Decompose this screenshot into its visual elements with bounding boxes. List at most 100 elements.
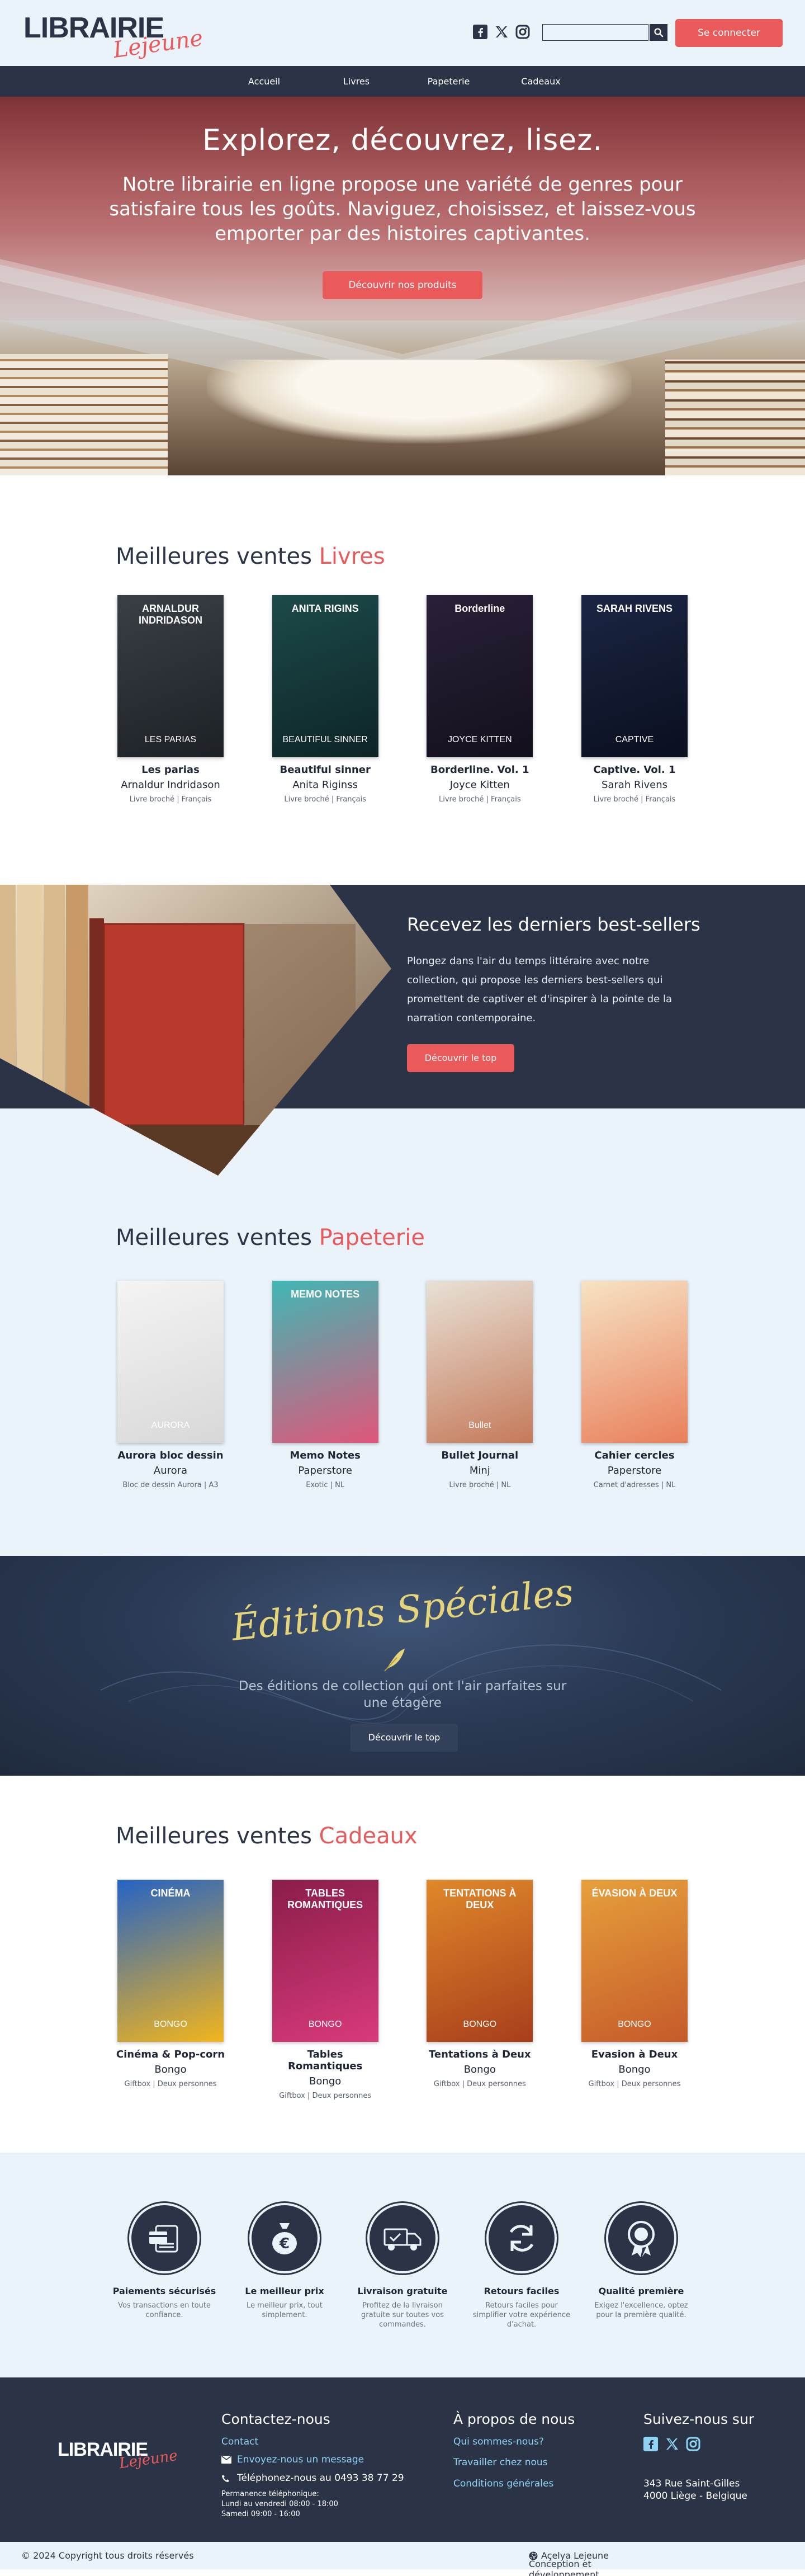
facebook-icon[interactable] xyxy=(643,2437,658,2451)
product-title[interactable]: Cahier cercles xyxy=(580,1450,689,1461)
product-title[interactable]: Cinéma & Pop-corn xyxy=(116,2049,225,2060)
facebook-icon[interactable] xyxy=(472,24,488,40)
feature-title: Paiements sécurisés xyxy=(112,2286,216,2296)
product-cover-image[interactable]: Bullet xyxy=(427,1281,533,1443)
product-card[interactable]: Bullet Bullet Journal Minj Livre broché | N… xyxy=(425,1281,534,1489)
euro-bag-icon: € xyxy=(249,2203,320,2273)
stationery-grid: AURORA Aurora bloc dessin Aurora Bloc de de… xyxy=(116,1281,689,1489)
login-button[interactable]: Se connecter xyxy=(675,19,783,47)
product-title[interactable]: Tables Romantiques xyxy=(271,2049,380,2072)
product-meta: Livre broché | Français xyxy=(439,795,521,804)
product-cover-image[interactable]: MEMO NOTES xyxy=(272,1281,378,1443)
open-book-image xyxy=(207,360,632,444)
product-cover-image[interactable]: TABLES ROMANTIQUES BONGO xyxy=(272,1880,378,2042)
product-author: Minj xyxy=(469,1465,490,1476)
product-author: Aurora xyxy=(153,1465,188,1476)
cover-top-text: ANITA RIGINS xyxy=(291,603,359,614)
product-meta: Exotic | NL xyxy=(306,1481,345,1489)
product-meta: Livre broché | NL xyxy=(449,1481,511,1489)
site-footer: LIBRAIRIE Lejeune Contactez-nous Contact… xyxy=(0,2377,805,2542)
feature-easy-returns: Retours faciles Retours faciles pour sim… xyxy=(468,2203,575,2329)
product-meta: Giftbox | Deux personnes xyxy=(279,2092,372,2100)
feature-title: Retours faciles xyxy=(484,2286,560,2296)
message-link[interactable]: Envoyez-nous un message xyxy=(237,2454,364,2465)
product-cover-image[interactable]: Borderline JOYCE KITTEN xyxy=(427,595,533,757)
return-icon xyxy=(486,2203,557,2273)
about-link-jobs[interactable]: Travailler chez nous xyxy=(453,2457,548,2468)
footer-logo[interactable]: LIBRAIRIE Lejeune xyxy=(58,2439,179,2478)
instagram-icon[interactable] xyxy=(686,2437,700,2451)
nav-item-papeterie[interactable]: Papeterie xyxy=(402,76,495,87)
instagram-icon[interactable] xyxy=(515,24,531,40)
address-line-2: 4000 Liège - Belgique xyxy=(643,2490,747,2502)
product-cover-image[interactable]: ANITA RIGINS BEAUTIFUL SINNER xyxy=(272,595,378,757)
cover-sub-text: Bullet xyxy=(468,1421,491,1430)
product-title[interactable]: Les parias xyxy=(116,764,225,776)
product-card[interactable]: AURORA Aurora bloc dessin Aurora Bloc de de… xyxy=(116,1281,225,1489)
credit-prefix: Conception et développement par xyxy=(529,2559,599,2576)
svg-text:€: € xyxy=(279,2235,290,2252)
main-nav: Accueil Livres Papeterie Cadeaux xyxy=(0,66,805,97)
contact-link[interactable]: Contact xyxy=(221,2436,258,2447)
product-author: Joyce Kitten xyxy=(449,779,510,791)
product-cover-image[interactable]: AURORA xyxy=(117,1281,224,1443)
hero-title: Explorez, découvrez, lisez. xyxy=(202,124,603,157)
special-editions-button[interactable]: Découvrir le top xyxy=(351,1724,458,1752)
about-link-who[interactable]: Qui sommes-nous? xyxy=(453,2436,544,2447)
product-title[interactable]: Bullet Journal xyxy=(425,1450,534,1461)
product-title[interactable]: Evasion à Deux xyxy=(580,2049,689,2060)
product-cover-image[interactable] xyxy=(581,1281,688,1443)
product-cover-image[interactable]: TENTATIONS À DEUX BONGO xyxy=(427,1880,533,2042)
bestsellers-button[interactable]: Découvrir le top xyxy=(407,1044,514,1072)
product-title[interactable]: Borderline. Vol. 1 xyxy=(425,764,534,776)
product-cover-image[interactable]: ÉVASION À DEUX BONGO xyxy=(581,1880,688,2042)
product-card[interactable]: TENTATIONS À DEUX BONGO Tentations à Deux B… xyxy=(425,1880,534,2100)
product-card[interactable]: Cahier cercles Paperstore Carnet d'adresse… xyxy=(580,1281,689,1489)
product-card[interactable]: CINÉMA BONGO Cinéma & Pop-corn Bongo Giftbox… xyxy=(116,1880,225,2100)
search-button[interactable] xyxy=(650,24,667,41)
bestsellers-title: Recevez les derniers best-sellers xyxy=(407,914,700,935)
product-title[interactable]: Tentations à Deux xyxy=(425,2049,534,2060)
product-title[interactable]: Memo Notes xyxy=(271,1450,380,1461)
product-cover-image[interactable]: SARAH RIVENS CAPTIVE xyxy=(581,595,688,757)
discover-products-button[interactable]: Découvrir nos produits xyxy=(323,271,482,299)
product-author: Arnaldur Indridason xyxy=(121,779,220,791)
x-twitter-icon[interactable] xyxy=(665,2437,679,2451)
book-stack-right xyxy=(665,360,805,475)
hours-title: Permanence téléphonique: xyxy=(221,2490,319,2498)
nav-item-cadeaux[interactable]: Cadeaux xyxy=(495,76,587,87)
about-title: À propos de nous xyxy=(453,2411,575,2427)
search-input[interactable] xyxy=(543,25,648,40)
cover-sub-text: BONGO xyxy=(618,2020,651,2029)
product-card[interactable]: TABLES ROMANTIQUES BONGO Tables Romantique… xyxy=(271,1880,380,2100)
nav-item-livres[interactable]: Livres xyxy=(310,76,402,87)
product-card[interactable]: MEMO NOTES Memo Notes Paperstore Exotic | N… xyxy=(271,1281,380,1489)
product-title[interactable]: Aurora bloc dessin xyxy=(116,1450,225,1461)
product-card[interactable]: ARNALDUR INDRIDASON LES PARIAS Les parias A… xyxy=(116,595,225,804)
phone-icon xyxy=(222,2475,229,2482)
x-twitter-icon[interactable] xyxy=(494,24,509,40)
search-field[interactable] xyxy=(542,24,648,41)
feature-text: Retours faciles pour simplifier votre ex… xyxy=(472,2301,571,2329)
product-cover-image[interactable]: ARNALDUR INDRIDASON LES PARIAS xyxy=(117,595,224,757)
about-link-terms[interactable]: Conditions générales xyxy=(453,2478,553,2489)
product-cover-image[interactable]: CINÉMA BONGO xyxy=(117,1880,224,2042)
product-card[interactable]: ANITA RIGINS BEAUTIFUL SINNER Beautiful si… xyxy=(271,595,380,804)
product-author: Bongo xyxy=(154,2064,187,2075)
envelope-icon xyxy=(221,2456,231,2464)
product-title[interactable]: Beautiful sinner xyxy=(271,764,380,776)
product-title[interactable]: Captive. Vol. 1 xyxy=(580,764,689,776)
feature-quality: Qualité première Exigez l'excellence, op… xyxy=(588,2203,694,2320)
product-card[interactable]: SARAH RIVENS CAPTIVE Captive. Vol. 1 Sarah … xyxy=(580,595,689,804)
address-line-1: 343 Rue Saint-Gilles xyxy=(643,2478,740,2489)
feature-text: Exigez l'excellence, optez pour la premi… xyxy=(594,2301,688,2319)
hero-banner: Explorez, découvrez, lisez. Notre librai… xyxy=(0,97,805,475)
site-logo[interactable]: LIBRAIRIE Lejeune xyxy=(23,9,205,63)
product-card[interactable]: ÉVASION À DEUX BONGO Evasion à Deux Bongo Gi… xyxy=(580,1880,689,2100)
nav-item-accueil[interactable]: Accueil xyxy=(218,76,310,87)
cover-sub-text: BONGO xyxy=(308,2020,342,2029)
product-card[interactable]: Borderline JOYCE KITTEN Borderline. Vol. 1… xyxy=(425,595,534,804)
cover-sub-text: BONGO xyxy=(463,2020,497,2029)
cover-top-text: TABLES ROMANTIQUES xyxy=(287,1888,363,1910)
feature-text: Profitez de la livraison gratuite sur to… xyxy=(361,2301,444,2329)
